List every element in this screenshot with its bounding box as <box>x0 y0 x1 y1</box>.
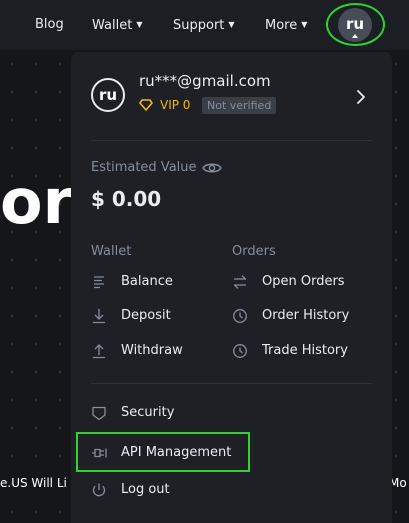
menu-item-api-management[interactable]: API Management <box>91 442 291 464</box>
menu-item-label: Balance <box>121 274 173 289</box>
open-orders-icon <box>234 275 246 289</box>
nav-support-menu[interactable]: Support ▼ <box>173 15 235 35</box>
avatar-initials: ru <box>345 15 365 33</box>
nav-wallet-menu[interactable]: Wallet ▼ <box>92 15 142 35</box>
caret-down-icon: ▼ <box>136 20 143 29</box>
withdraw-icon <box>93 344 105 359</box>
estimated-value-amount: $ 0.00 <box>91 187 162 211</box>
menu-item-open-orders[interactable]: Open Orders <box>232 271 372 293</box>
verification-badge: Not verified <box>202 97 277 114</box>
menu-item-log-out[interactable]: Log out <box>91 479 291 501</box>
menu-item-label: Withdraw <box>121 343 183 358</box>
menu-item-label: Security <box>121 405 175 420</box>
hero-text-fragment: or <box>0 165 74 238</box>
menu-item-security[interactable]: Security <box>91 402 291 424</box>
chevron-right-icon <box>357 90 365 104</box>
diamond-icon <box>139 99 153 111</box>
vip-level: VIP 0 <box>160 98 191 112</box>
ticker-text-left[interactable]: e.US Will Li <box>0 473 67 493</box>
avatar: ru <box>91 78 125 112</box>
menu-item-withdraw[interactable]: Withdraw <box>91 340 231 362</box>
api-key-icon <box>92 448 107 458</box>
orders-section-heading: Orders <box>232 244 276 259</box>
nav-blog-label: Blog <box>35 17 64 32</box>
account-summary-row[interactable]: ru ru***@gmail.com VIP 0 Not verified <box>71 52 392 140</box>
divider <box>91 383 372 384</box>
menu-item-label: Trade History <box>262 343 348 358</box>
menu-item-label: API Management <box>121 445 232 460</box>
user-avatar-button[interactable]: ru <box>338 8 372 42</box>
avatar-initials: ru <box>98 86 118 104</box>
nav-more-menu[interactable]: More ▼ <box>265 15 307 35</box>
clock-icon <box>233 309 247 323</box>
account-email: ru***@gmail.com <box>139 72 271 90</box>
wallet-section-heading: Wallet <box>91 244 132 259</box>
clock-icon <box>233 344 247 358</box>
menu-item-label: Open Orders <box>262 274 345 289</box>
divider <box>91 140 372 141</box>
menu-item-deposit[interactable]: Deposit <box>91 305 231 327</box>
nav-support-label: Support <box>173 18 225 33</box>
estimated-value-label: Estimated Value <box>91 160 197 175</box>
caret-down-icon: ▼ <box>228 20 235 29</box>
nav-wallet-label: Wallet <box>92 18 133 33</box>
power-icon <box>92 483 106 497</box>
shield-icon <box>92 406 106 421</box>
top-navigation: Blog Wallet ▼ Support ▼ More ▼ ru <box>0 0 409 50</box>
nav-more-label: More <box>265 18 298 33</box>
caret-down-icon: ▼ <box>301 20 308 29</box>
deposit-icon <box>93 309 105 324</box>
account-dropdown: ru ru***@gmail.com VIP 0 Not verified Es… <box>71 52 392 523</box>
eye-icon[interactable] <box>202 161 222 175</box>
balance-icon <box>94 276 104 289</box>
caret-up-icon <box>352 34 358 38</box>
menu-item-balance[interactable]: Balance <box>91 271 231 293</box>
menu-item-label: Deposit <box>121 308 171 323</box>
menu-item-trade-history[interactable]: Trade History <box>232 340 372 362</box>
menu-item-order-history[interactable]: Order History <box>232 305 372 327</box>
menu-item-label: Order History <box>262 308 350 323</box>
nav-blog-link[interactable]: Blog <box>35 15 64 35</box>
menu-item-label: Log out <box>121 482 170 497</box>
